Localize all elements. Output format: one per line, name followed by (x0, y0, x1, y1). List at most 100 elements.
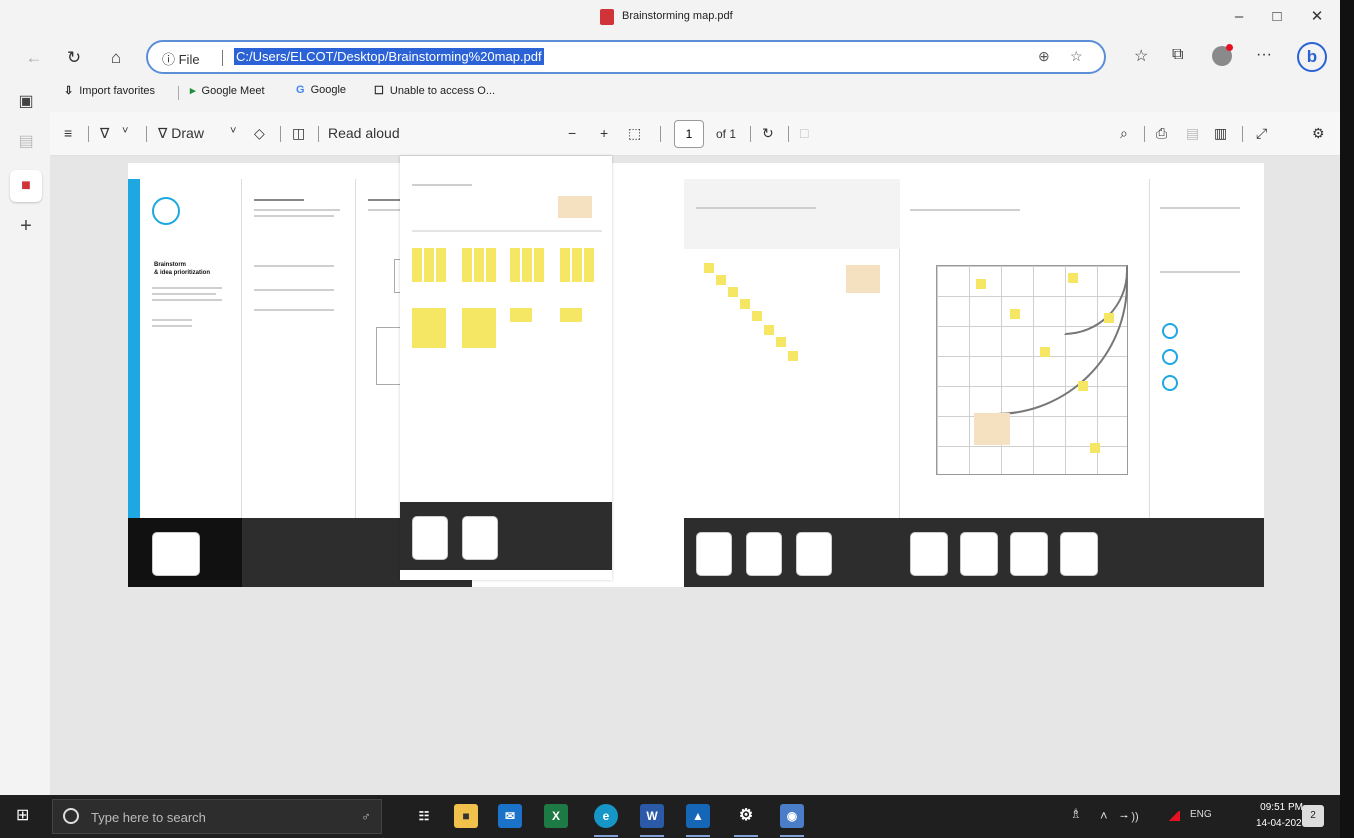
favorites-icon[interactable]: ☆ (1134, 46, 1148, 66)
clock-date: 14-04-2023 (1256, 818, 1308, 829)
people-icon[interactable]: ♗ (1070, 806, 1082, 822)
toolbar-divider (280, 126, 281, 142)
tray-chevron-icon[interactable]: ˄ (1100, 808, 1108, 823)
minimize-button[interactable]: – (1224, 6, 1254, 28)
address-bar[interactable]: ⓘ File C:/Users/ELCOT/Desktop/Brainstorm… (146, 40, 1106, 74)
fullscreen-icon[interactable]: ⤢ (1256, 125, 1267, 142)
clock[interactable]: 09:51 PM 14-04-2023 (1256, 800, 1307, 832)
highlight-dropdown-icon[interactable]: ˅ (122, 125, 128, 137)
notification-center-icon[interactable]: 2 (1302, 805, 1324, 827)
fit-page-icon[interactable]: ⬚ (628, 125, 641, 142)
sticky-group (510, 308, 532, 322)
sticky-note (1068, 273, 1078, 283)
eraser-icon[interactable]: ◇ (254, 125, 265, 142)
tip-card (846, 265, 880, 293)
table-of-contents-icon[interactable]: ≡ (64, 125, 72, 141)
windows-start-icon[interactable]: ⊞ (16, 807, 34, 825)
zoom-in-button[interactable]: + (600, 125, 608, 141)
word-icon[interactable]: W (640, 804, 664, 828)
brainstorm-panel (400, 156, 612, 580)
mail-icon[interactable]: ✉ (498, 804, 522, 828)
pdf-page: Brainstorm & idea prioritization (128, 163, 1264, 587)
panel-header-band (684, 179, 900, 249)
taskbar-search[interactable]: Type here to search ♂ (52, 799, 382, 834)
print-icon[interactable]: ⎙ (1156, 125, 1167, 142)
bing-chat-button[interactable]: b (1297, 42, 1327, 72)
title-bar: Brainstorming map.pdf – □ ✕ (0, 0, 1340, 36)
profile-notification-dot (1226, 44, 1233, 51)
sticky-note (776, 337, 786, 347)
settings-app-icon[interactable]: ⚙ (734, 804, 758, 828)
sticky-group (462, 308, 496, 348)
close-button[interactable]: ✕ (1302, 6, 1332, 28)
battery-icon[interactable] (1168, 811, 1180, 821)
settings-icon[interactable]: ⚙ (1312, 125, 1325, 142)
read-aloud-button[interactable]: Read aloud (328, 125, 400, 141)
photos-icon[interactable]: ▲ (686, 804, 710, 828)
accent-bar (128, 179, 140, 519)
draw-dropdown-icon[interactable]: ˅ (230, 125, 236, 137)
page-view-icon[interactable]: □ (800, 125, 808, 141)
search-icon[interactable]: ⌕ (1120, 125, 1128, 142)
collaborate-panel (242, 179, 356, 519)
tip-card (974, 413, 1010, 445)
favorite-import[interactable]: ⇩ Import favorites (64, 84, 155, 97)
toolbar-divider (146, 126, 147, 142)
taskbar: ⊞ Type here to search ♂ ☷ ■ ✉ X e W ▲ ⚙ … (0, 795, 1340, 838)
read-mode-icon[interactable]: ☆ (1070, 48, 1083, 65)
save-icon[interactable]: ▤ (1186, 125, 1199, 142)
maximize-button[interactable]: □ (1262, 6, 1292, 28)
draw-button[interactable]: ∇ Draw (158, 125, 204, 142)
excel-icon[interactable]: X (544, 804, 568, 828)
language-indicator[interactable]: ENG (1190, 809, 1212, 820)
toolbar-divider (1242, 126, 1243, 142)
view-icon[interactable]: ◫ (292, 125, 305, 142)
text-line (152, 287, 222, 289)
sticky-note (752, 311, 762, 321)
pdf-viewer[interactable]: Brainstorm & idea prioritization (50, 156, 1340, 795)
step-circle-icon (1162, 323, 1178, 339)
tip-card (558, 196, 592, 218)
site-info-button[interactable]: ⓘ File (162, 49, 200, 68)
pdf-tab-icon[interactable]: ■ (16, 176, 36, 196)
sticky-note (728, 287, 738, 297)
page-number-input[interactable]: 1 (674, 120, 704, 148)
tab-actions-icon[interactable]: ▣ (16, 92, 36, 112)
navigation-bar: ← ↻ ⌂ ⓘ File C:/Users/ELCOT/Desktop/Brai… (0, 36, 1340, 78)
back-button[interactable]: ← (22, 46, 46, 70)
more-menu-icon[interactable]: ··· (1256, 46, 1272, 64)
document-title: Brainstorm & idea prioritization (154, 261, 210, 277)
panel-footer (242, 518, 356, 587)
favorite-google-meet[interactable]: ▸ Google Meet (190, 84, 265, 97)
address-url[interactable]: C:/Users/ELCOT/Desktop/Brainstorming%20m… (234, 48, 544, 65)
group-ideas-panel (684, 179, 900, 519)
panel-footer (684, 518, 900, 587)
edge-icon[interactable]: e (594, 804, 618, 828)
highlight-icon[interactable]: ∇ (100, 125, 109, 142)
task-view-icon[interactable]: ☷ (412, 804, 436, 828)
text-line (910, 209, 1020, 211)
step-thumbnail (910, 532, 948, 576)
sticky-note (764, 325, 774, 335)
step-thumbnail (796, 532, 832, 576)
network-volume-icons[interactable]: ⭬ )) (1120, 808, 1139, 827)
camera-icon[interactable]: ◉ (780, 804, 804, 828)
home-button[interactable]: ⌂ (104, 46, 128, 70)
save-as-icon[interactable]: ▥ (1214, 125, 1227, 142)
new-tab-icon[interactable]: + (16, 216, 36, 236)
active-app-indicator (780, 835, 804, 837)
favorite-unable-to-access[interactable]: ☐ Unable to access O... (374, 84, 495, 97)
file-explorer-icon[interactable]: ■ (454, 804, 478, 828)
step-thumbnail (1010, 532, 1048, 576)
favorite-google[interactable]: G Google (296, 84, 346, 96)
text-line (254, 309, 334, 311)
favorite-label: Google (310, 84, 347, 96)
zoom-out-button[interactable]: − (568, 125, 576, 141)
refresh-button[interactable]: ↻ (62, 46, 86, 70)
rotate-icon[interactable]: ↻ (762, 125, 774, 142)
text-line (254, 215, 334, 217)
microphone-icon[interactable]: ♂ (361, 809, 371, 824)
zoom-icon[interactable]: ⊕ (1038, 48, 1050, 65)
collections-icon[interactable]: ⧉ (1172, 46, 1183, 64)
tab-page-icon[interactable]: ▤ (16, 132, 36, 152)
